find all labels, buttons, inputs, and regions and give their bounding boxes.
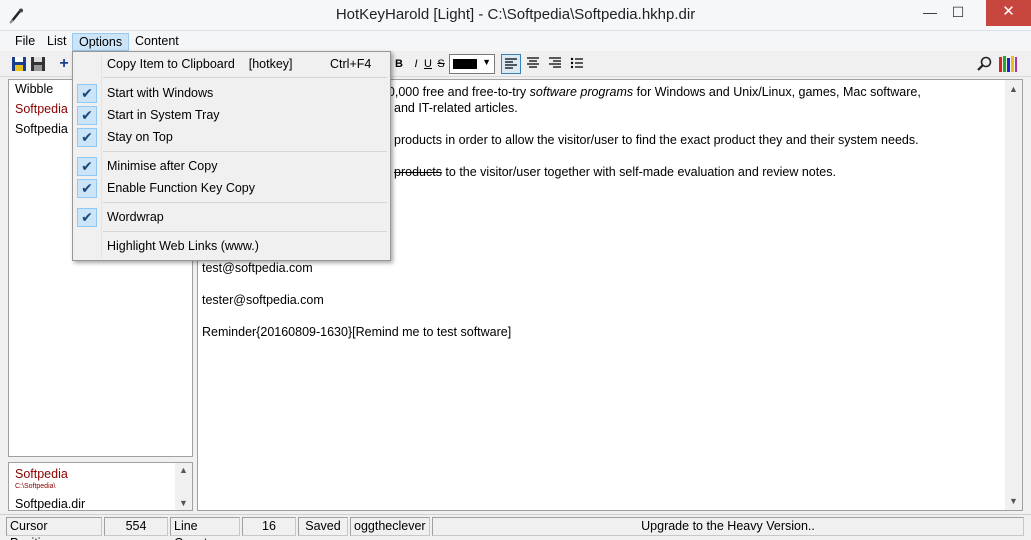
saved-status: Saved [298, 517, 348, 536]
menu-item-copy-to-clipboard[interactable]: Copy Item to Clipboard [hotkey] Ctrl+F4 [73, 54, 390, 74]
align-left-icon[interactable] [501, 54, 521, 74]
upgrade-link[interactable]: Upgrade to the Heavy Version.. [432, 517, 1024, 536]
color-swatch [453, 59, 477, 69]
window-title: HotKeyHarold [Light] - C:\Softpedia\Soft… [335, 6, 696, 23]
editor-line: tester@softpedia.com [202, 293, 324, 307]
save-all-icon[interactable] [28, 54, 48, 74]
menu-separator [103, 77, 387, 78]
file-panel-file[interactable]: Softpedia.dir [15, 497, 85, 511]
menu-item-start-in-tray[interactable]: ✔ Start in System Tray [73, 105, 390, 125]
list-item[interactable]: Softpedia [15, 122, 68, 136]
save-icon[interactable] [9, 54, 29, 74]
add-icon[interactable]: + [54, 54, 74, 74]
checkmark-icon: ✔ [77, 128, 97, 147]
menu-item-start-with-windows[interactable]: ✔ Start with Windows [73, 83, 390, 103]
user-name: oggtheclever [350, 517, 430, 536]
cursor-position-value: 554 [104, 517, 168, 536]
align-center-icon[interactable] [523, 54, 543, 74]
books-icon[interactable] [998, 54, 1018, 74]
cursor-position-label: Cursor Position: [6, 517, 102, 540]
editor-line: test@softpedia.com [202, 261, 313, 275]
bullets-icon[interactable] [567, 54, 587, 74]
title-bar: HotKeyHarold [Light] - C:\Softpedia\Soft… [0, 0, 1031, 31]
menu-separator [103, 231, 387, 232]
align-right-icon[interactable] [545, 54, 565, 74]
strikethrough-icon[interactable]: S [431, 54, 451, 74]
list-item[interactable]: Softpedia [15, 102, 68, 116]
close-button[interactable]: ✕ [986, 0, 1031, 26]
chevron-down-icon: ▼ [482, 57, 491, 67]
file-panel-title: Softpedia [15, 467, 68, 481]
menu-options[interactable]: Options [72, 33, 130, 51]
maximize-button[interactable]: ☐ [943, 0, 973, 26]
line-count-value: 16 [242, 517, 296, 536]
menu-list[interactable]: List [41, 33, 72, 51]
menu-item-label: Copy Item to Clipboard [hotkey] [107, 57, 293, 71]
minimize-button[interactable]: — [915, 0, 945, 26]
checkmark-icon: ✔ [77, 208, 97, 227]
menu-item-shortcut: Ctrl+F4 [330, 57, 372, 71]
menu-bar: File List Options Content [0, 31, 1031, 51]
menu-content[interactable]: Content [129, 33, 185, 51]
list-item[interactable]: Wibble [15, 82, 53, 96]
chevron-down-icon[interactable]: ▼ [175, 498, 192, 508]
status-bar: Cursor Position: 554 Line Count: 16 Save… [0, 514, 1031, 540]
options-menu: Copy Item to Clipboard [hotkey] Ctrl+F4 … [72, 51, 391, 261]
chevron-down-icon[interactable]: ▼ [1005, 496, 1022, 506]
menu-item-label: Wordwrap [107, 210, 164, 224]
editor-scrollbar[interactable]: ▲ ▼ [1005, 80, 1022, 510]
menu-item-label: Start with Windows [107, 86, 214, 100]
checkmark-icon: ✔ [77, 157, 97, 176]
checkmark-icon: ✔ [77, 179, 97, 198]
menu-item-highlight-web-links[interactable]: Highlight Web Links (www.) [73, 236, 390, 256]
editor-line: 300,000 free and free-to-try software pr… [374, 85, 921, 99]
file-panel-scrollbar[interactable]: ▲ ▼ [175, 463, 192, 510]
menu-item-minimise-after-copy[interactable]: ✔ Minimise after Copy [73, 156, 390, 176]
search-icon[interactable] [975, 54, 995, 74]
checkmark-icon: ✔ [77, 106, 97, 125]
editor-line: and IT-related articles. [394, 101, 518, 115]
file-panel-path: C:\Softpedia\ [15, 483, 56, 490]
menu-file[interactable]: File [9, 33, 41, 51]
chevron-up-icon[interactable]: ▲ [175, 465, 192, 475]
menu-item-label: Minimise after Copy [107, 159, 218, 173]
menu-item-enable-function-key-copy[interactable]: ✔ Enable Function Key Copy [73, 178, 390, 198]
menu-item-label: Stay on Top [107, 130, 173, 144]
editor-line: products to the visitor/user together wi… [394, 165, 836, 179]
file-panel[interactable]: Softpedia C:\Softpedia\ Softpedia.dir ▲ … [8, 462, 193, 511]
menu-item-label: Highlight Web Links (www.) [107, 239, 259, 253]
menu-separator [103, 202, 387, 203]
checkmark-icon: ✔ [77, 84, 97, 103]
menu-item-label: Start in System Tray [107, 108, 220, 122]
editor-line: Reminder{20160809-1630}[Remind me to tes… [202, 325, 512, 339]
menu-item-stay-on-top[interactable]: ✔ Stay on Top [73, 127, 390, 147]
menu-item-wordwrap[interactable]: ✔ Wordwrap [73, 207, 390, 227]
menu-item-label: Enable Function Key Copy [107, 181, 256, 195]
line-count-label: Line Count: [170, 517, 240, 540]
text-color-select[interactable]: ▼ [449, 54, 495, 74]
editor-line: products in order to allow the visitor/u… [394, 133, 919, 147]
chevron-up-icon[interactable]: ▲ [1005, 84, 1022, 94]
menu-separator [103, 151, 387, 152]
